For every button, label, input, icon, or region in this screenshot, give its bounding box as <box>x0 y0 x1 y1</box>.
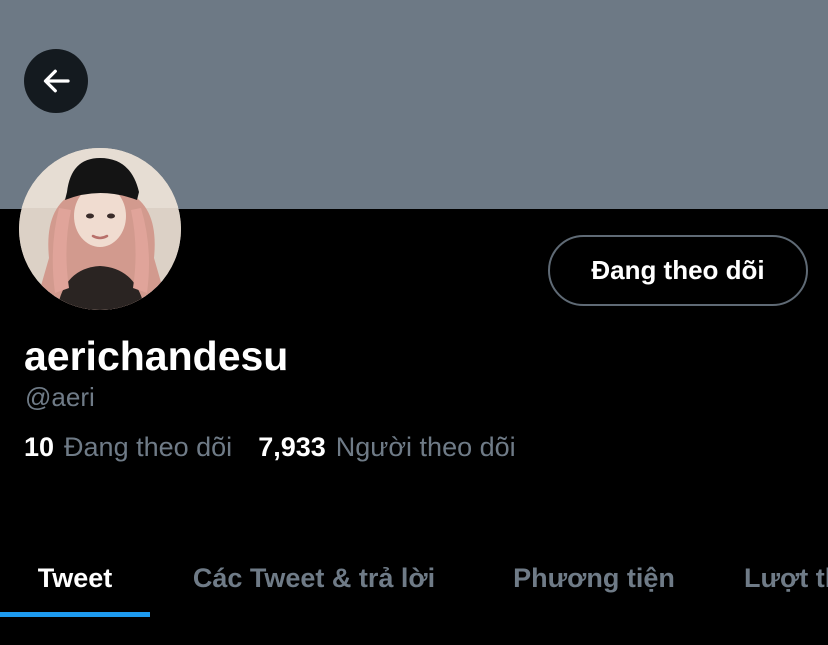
following-button[interactable]: Đang theo dõi <box>548 235 808 306</box>
following-button-label: Đang theo dõi <box>591 255 765 285</box>
active-tab-indicator <box>0 612 150 617</box>
tab-likes-label: Lượt thích <box>744 563 828 593</box>
tab-likes[interactable]: Lượt thích <box>744 540 828 617</box>
profile-page: Đang theo dõi aerichandesu @aeri 10 Đang… <box>0 0 828 645</box>
tab-tweets-and-replies[interactable]: Các Tweet & trả lời <box>150 540 478 617</box>
back-button[interactable] <box>24 49 88 113</box>
following-count: 10 <box>24 431 55 462</box>
tab-media-label: Phương tiện <box>513 563 675 593</box>
arrow-left-icon <box>38 63 74 99</box>
following-label: Đang theo dõi <box>64 431 233 462</box>
followers-stat-link[interactable]: 7,933 Người theo dõi <box>258 432 515 463</box>
tab-media[interactable]: Phương tiện <box>478 540 710 617</box>
user-handle: @aeri <box>25 382 95 412</box>
tab-tweets-and-replies-label: Các Tweet & trả lời <box>192 563 436 593</box>
tab-tweets-label: Tweet <box>37 563 113 593</box>
tab-tweets[interactable]: Tweet <box>0 540 150 617</box>
following-stat-link[interactable]: 10 Đang theo dõi <box>24 432 232 463</box>
followers-count: 7,933 <box>258 431 326 462</box>
display-name: aerichandesu <box>24 333 289 379</box>
avatar[interactable] <box>19 148 181 310</box>
followers-label: Người theo dõi <box>335 431 516 462</box>
profile-stats: 10 Đang theo dõi 7,933 Người theo dõi <box>24 430 516 464</box>
profile-tabs: Tweet Các Tweet & trả lời Phương tiện Lư… <box>0 540 828 617</box>
